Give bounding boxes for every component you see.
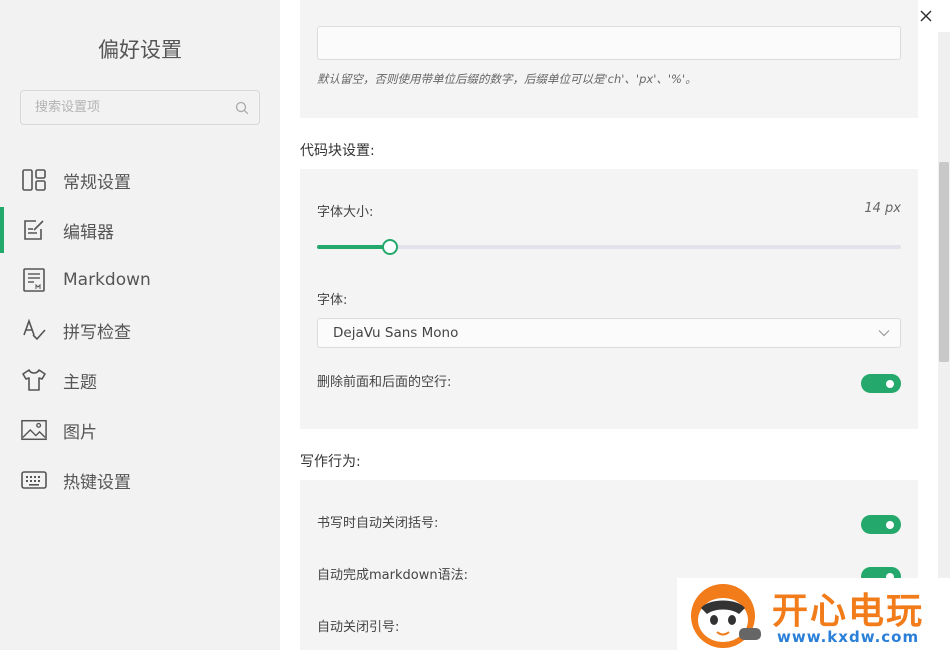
trim-blank-lines-toggle[interactable] <box>861 374 901 393</box>
font-family-select[interactable]: DejaVu Sans Mono <box>317 318 901 348</box>
sidebar: 偏好设置 常规设置 编辑器 Markdown <box>0 0 280 650</box>
sidebar-item-general[interactable]: 常规设置 <box>0 155 280 205</box>
sidebar-item-editor[interactable]: 编辑器 <box>0 205 280 255</box>
markdown-icon <box>21 267 47 293</box>
theme-icon <box>21 367 47 393</box>
code-block-section-title: 代码块设置: <box>300 143 375 159</box>
auto-close-quotes-label: 自动关闭引号: <box>317 620 400 635</box>
sidebar-item-label: 编辑器 <box>63 222 114 243</box>
font-family-label: 字体: <box>317 293 348 308</box>
font-size-slider[interactable] <box>317 239 901 255</box>
sidebar-item-theme[interactable]: 主题 <box>0 355 280 405</box>
auto-close-brackets-toggle[interactable] <box>861 515 901 534</box>
sidebar-title: 偏好设置 <box>98 38 182 62</box>
search-icon[interactable] <box>235 101 249 115</box>
trim-blank-lines-label: 删除前面和后面的空行: <box>317 375 452 390</box>
search-box[interactable] <box>20 90 260 125</box>
toggle-knob <box>886 379 894 388</box>
font-size-value: 14 px <box>864 201 901 216</box>
sidebar-item-spellcheck[interactable]: 拼写检查 <box>0 305 280 355</box>
sidebar-item-markdown[interactable]: Markdown <box>0 255 280 305</box>
toggle-knob <box>886 520 894 529</box>
sidebar-item-label: 热键设置 <box>63 472 131 493</box>
font-size-slider-thumb[interactable] <box>382 239 398 255</box>
font-size-slider-fill <box>317 245 390 249</box>
auto-close-brackets-label: 书写时自动关闭括号: <box>317 516 439 531</box>
auto-complete-markdown-label: 自动完成markdown语法: <box>317 568 468 583</box>
width-hint: 默认留空，否则使用带单位后缀的数字，后缀单位可以是'ch'、'px'、'%'。 <box>317 72 697 86</box>
sidebar-item-label: 主题 <box>63 372 97 393</box>
chevron-down-icon <box>878 330 890 337</box>
settings-content: 默认留空，否则使用带单位后缀的数字，后缀单位可以是'ch'、'px'、'%'。 … <box>280 0 950 650</box>
font-family-selected: DejaVu Sans Mono <box>333 325 459 341</box>
width-setting-panel: 默认留空，否则使用带单位后缀的数字，后缀单位可以是'ch'、'px'、'%'。 <box>300 0 918 118</box>
keyboard-icon <box>21 467 47 493</box>
sidebar-item-hotkeys[interactable]: 热键设置 <box>0 455 280 505</box>
spellcheck-icon <box>21 317 47 343</box>
editor-icon <box>21 217 47 243</box>
sidebar-item-label: 常规设置 <box>63 172 131 193</box>
sidebar-nav: 常规设置 编辑器 Markdown 拼写检查 主题 图片 热键设置 <box>0 155 280 505</box>
scrollbar-thumb[interactable] <box>939 162 949 362</box>
mascot-logo-icon <box>691 584 761 648</box>
content-scrollbar[interactable] <box>938 32 950 650</box>
watermark: 开心电玩 www.kxdw.com <box>677 578 950 650</box>
font-size-label: 字体大小: <box>317 205 374 220</box>
search-input[interactable] <box>21 91 231 124</box>
image-icon <box>21 417 47 443</box>
general-icon <box>21 167 47 193</box>
sidebar-item-label: 图片 <box>63 422 97 443</box>
sidebar-item-image[interactable]: 图片 <box>0 405 280 455</box>
sidebar-item-label: Markdown <box>63 270 151 290</box>
code-block-panel: 字体大小: 14 px 字体: DejaVu Sans Mono 删除前面和后面… <box>300 169 918 429</box>
width-input[interactable] <box>317 26 901 60</box>
watermark-url: www.kxdw.com <box>777 628 920 646</box>
writing-section-title: 写作行为: <box>300 454 361 470</box>
watermark-text: 开心电玩 <box>772 591 925 632</box>
sidebar-item-label: 拼写检查 <box>63 322 131 343</box>
